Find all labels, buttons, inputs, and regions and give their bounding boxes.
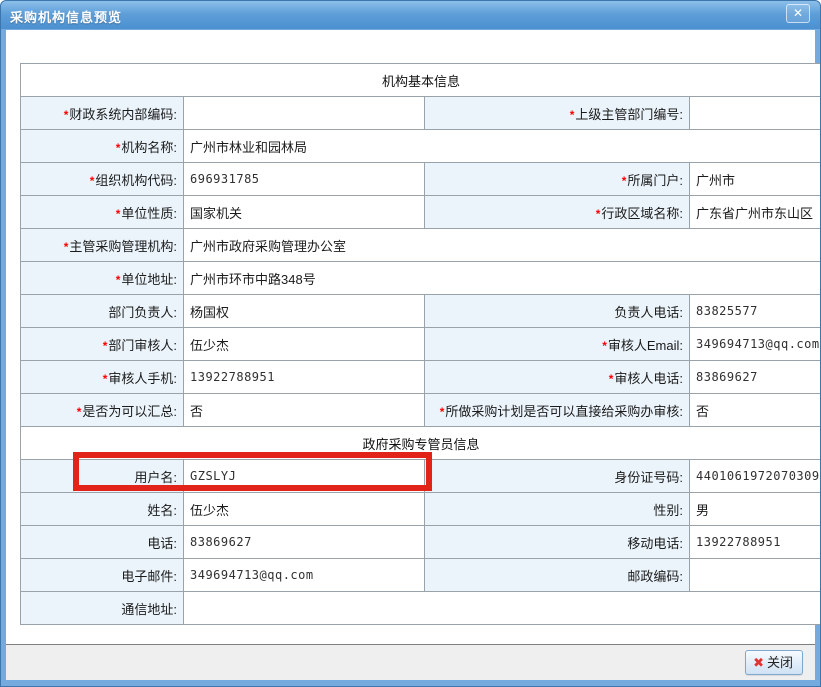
table-row: *主管采购管理机构: 广州市政府采购管理办公室	[21, 229, 821, 262]
field-value: 13922788951	[184, 361, 425, 394]
institution-info-table: 机构基本信息 *财政系统内部编码: *上级主管部门编号: *机构名称: 广州市林…	[20, 63, 821, 625]
field-label: *单位地址:	[21, 262, 184, 295]
table-row: *单位地址: 广州市环市中路348号	[21, 262, 821, 295]
required-asterisk: *	[64, 108, 69, 122]
field-value	[690, 559, 821, 592]
table-row: 姓名: 伍少杰 性别: 男	[21, 493, 821, 526]
field-value: 696931785	[184, 163, 425, 196]
required-asterisk: *	[596, 207, 601, 221]
field-value: 否	[184, 394, 425, 427]
required-asterisk: *	[116, 207, 121, 221]
close-button[interactable]: ✖关闭	[745, 650, 803, 675]
field-label: *单位性质:	[21, 196, 184, 229]
required-asterisk: *	[116, 273, 121, 287]
required-asterisk: *	[440, 405, 445, 419]
table-row: *机构名称: 广州市林业和园林局	[21, 130, 821, 163]
required-asterisk: *	[570, 108, 575, 122]
field-value: 83869627	[184, 526, 425, 559]
field-label: 负责人电话:	[425, 295, 690, 328]
field-value: 杨国权	[184, 295, 425, 328]
field-value: 349694713@qq.com	[690, 328, 821, 361]
field-label: *主管采购管理机构:	[21, 229, 184, 262]
field-value	[184, 97, 425, 130]
table-row: *单位性质: 国家机关 *行政区域名称: 广东省广州市东山区	[21, 196, 821, 229]
required-asterisk: *	[90, 174, 95, 188]
close-icon[interactable]: ✕	[786, 4, 810, 23]
username-value: GZSLYJ	[184, 460, 425, 493]
required-asterisk: *	[609, 372, 614, 386]
field-value: 13922788951	[690, 526, 821, 559]
table-row: *组织机构代码: 696931785 *所属门户: 广州市	[21, 163, 821, 196]
field-label: *所属门户:	[425, 163, 690, 196]
field-label: 部门负责人:	[21, 295, 184, 328]
field-label: *审核人电话:	[425, 361, 690, 394]
field-label: *审核人手机:	[21, 361, 184, 394]
field-label: *是否为可以汇总:	[21, 394, 184, 427]
section-header-row: 机构基本信息	[21, 64, 821, 97]
required-asterisk: *	[103, 372, 108, 386]
field-label: *行政区域名称:	[425, 196, 690, 229]
required-asterisk: *	[602, 339, 607, 353]
field-label: 通信地址:	[21, 592, 184, 625]
required-asterisk: *	[77, 405, 82, 419]
field-label: *上级主管部门编号:	[425, 97, 690, 130]
field-label: *所做采购计划是否可以直接给采购办审核:	[425, 394, 690, 427]
field-label: 性别:	[425, 493, 690, 526]
field-label: *机构名称:	[21, 130, 184, 163]
field-label: 姓名:	[21, 493, 184, 526]
dialog-titlebar: 采购机构信息预览 ✕	[1, 1, 820, 29]
field-value: 83869627	[690, 361, 821, 394]
field-value: 83825577	[690, 295, 821, 328]
table-row: *财政系统内部编码: *上级主管部门编号:	[21, 97, 821, 130]
field-value: 349694713@qq.com	[184, 559, 425, 592]
required-asterisk: *	[103, 339, 108, 353]
preview-dialog: 采购机构信息预览 ✕ 机构基本信息 *财政系统内部编码: *上级主管部门编号: …	[0, 0, 821, 687]
field-label: 电子邮件:	[21, 559, 184, 592]
field-value: 广州市环市中路348号	[184, 262, 821, 295]
field-label: *审核人Email:	[425, 328, 690, 361]
required-asterisk: *	[64, 240, 69, 254]
section-header-row: 政府采购专管员信息	[21, 427, 821, 460]
field-value: 广州市林业和园林局	[184, 130, 821, 163]
section-header: 政府采购专管员信息	[21, 427, 821, 460]
close-button-label: 关闭	[767, 655, 793, 670]
field-label: 邮政编码:	[425, 559, 690, 592]
field-value: 否	[690, 394, 821, 427]
required-asterisk: *	[622, 174, 627, 188]
table-row-username: 用户名: GZSLYJ 身份证号码: 440106197207030918	[21, 460, 821, 493]
field-label: 身份证号码:	[425, 460, 690, 493]
close-x-icon: ✖	[753, 655, 764, 670]
required-asterisk: *	[116, 141, 121, 155]
field-label: 电话:	[21, 526, 184, 559]
field-value: 伍少杰	[184, 328, 425, 361]
dialog-footer: ✖关闭	[6, 645, 815, 680]
field-value: 男	[690, 493, 821, 526]
field-value: 伍少杰	[184, 493, 425, 526]
field-value: 国家机关	[184, 196, 425, 229]
table-row: 通信地址:	[21, 592, 821, 625]
table-row: *审核人手机: 13922788951 *审核人电话: 83869627	[21, 361, 821, 394]
field-value: 440106197207030918	[690, 460, 821, 493]
field-value: 广州市	[690, 163, 821, 196]
field-label: *财政系统内部编码:	[21, 97, 184, 130]
table-row: 电话: 83869627 移动电话: 13922788951	[21, 526, 821, 559]
field-label: 用户名:	[21, 460, 184, 493]
table-row: *部门审核人: 伍少杰 *审核人Email: 349694713@qq.com	[21, 328, 821, 361]
table-row: *是否为可以汇总: 否 *所做采购计划是否可以直接给采购办审核: 否	[21, 394, 821, 427]
field-value	[184, 592, 821, 625]
field-label: *组织机构代码:	[21, 163, 184, 196]
field-label: 移动电话:	[425, 526, 690, 559]
section-header: 机构基本信息	[21, 64, 821, 97]
dialog-title: 采购机构信息预览	[10, 7, 122, 26]
field-label: *部门审核人:	[21, 328, 184, 361]
field-value: 广东省广州市东山区	[690, 196, 821, 229]
field-value: 广州市政府采购管理办公室	[184, 229, 821, 262]
table-row: 电子邮件: 349694713@qq.com 邮政编码:	[21, 559, 821, 592]
table-row: 部门负责人: 杨国权 负责人电话: 83825577	[21, 295, 821, 328]
field-value	[690, 97, 821, 130]
